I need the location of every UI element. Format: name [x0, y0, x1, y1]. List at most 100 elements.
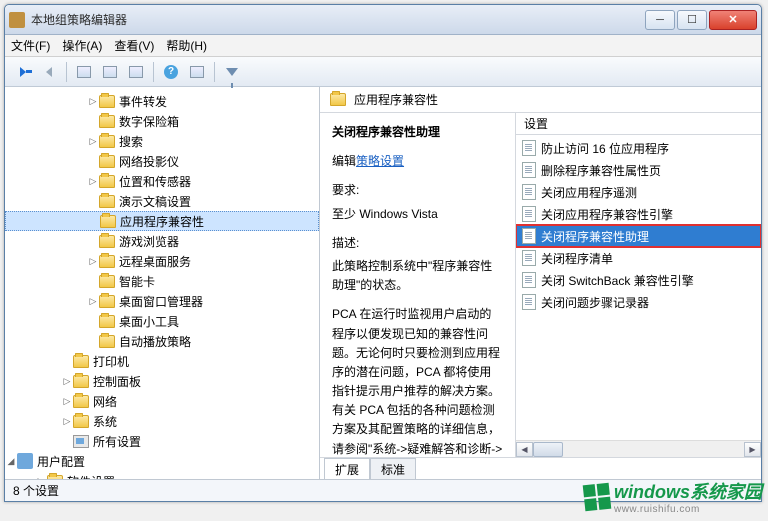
- panel-icon: [129, 66, 143, 78]
- tree-item-label: 桌面窗口管理器: [119, 293, 203, 310]
- scroll-right-button[interactable]: ▶: [744, 442, 761, 457]
- list-icon: [190, 66, 204, 78]
- expander-icon[interactable]: ▷: [61, 396, 73, 407]
- expander-icon[interactable]: ▷: [87, 296, 99, 307]
- tree-item[interactable]: ◢ 用户配置: [5, 451, 319, 471]
- folder-icon: [99, 135, 115, 148]
- tree-item[interactable]: 演示文稿设置: [5, 191, 319, 211]
- tree-item-label: 用户配置: [37, 453, 85, 470]
- settings-header[interactable]: 设置: [516, 113, 761, 135]
- expander-icon[interactable]: ▷: [87, 96, 99, 107]
- menu-help[interactable]: 帮助(H): [166, 37, 207, 54]
- tool-button-4[interactable]: [185, 60, 209, 84]
- tree-item[interactable]: 自动播放策略: [5, 331, 319, 351]
- tool-button-2[interactable]: [98, 60, 122, 84]
- menu-view[interactable]: 查看(V): [114, 37, 154, 54]
- setting-item[interactable]: 关闭应用程序兼容性引擎: [516, 203, 761, 225]
- filter-icon: [226, 68, 238, 76]
- tree-item-label: 系统: [93, 413, 117, 430]
- tree-item[interactable]: ▷软件设置: [5, 471, 319, 479]
- tree-item[interactable]: 所有设置: [5, 431, 319, 451]
- tab-extended[interactable]: 扩展: [324, 458, 370, 479]
- tool-button-3[interactable]: [124, 60, 148, 84]
- close-button[interactable]: ✕: [709, 10, 757, 30]
- expander-icon[interactable]: ▷: [87, 176, 99, 187]
- tree-item[interactable]: ▷ 位置和传感器: [5, 171, 319, 191]
- ctrl-icon: [73, 435, 89, 448]
- expander-icon[interactable]: ▷: [61, 376, 73, 387]
- policy-icon: [522, 228, 536, 244]
- tree-item[interactable]: 桌面小工具: [5, 311, 319, 331]
- setting-item[interactable]: 关闭 SwitchBack 兼容性引擎: [516, 269, 761, 291]
- setting-item-label: 关闭 SwitchBack 兼容性引擎: [541, 272, 694, 289]
- setting-item-label: 关闭问题步骤记录器: [541, 294, 649, 311]
- expander-icon[interactable]: ▷: [87, 256, 99, 267]
- req-text: 至少 Windows Vista: [332, 207, 438, 221]
- folder-icon: [73, 415, 89, 428]
- expander-icon[interactable]: ▷: [61, 416, 73, 427]
- folder-icon: [73, 355, 89, 368]
- tree-item-label: 位置和传感器: [119, 173, 191, 190]
- tab-standard[interactable]: 标准: [370, 458, 416, 479]
- maximize-button[interactable]: ☐: [677, 10, 707, 30]
- setting-item[interactable]: 关闭程序清单: [516, 247, 761, 269]
- toolbar-separator: [66, 62, 67, 82]
- scroll-left-button[interactable]: ◀: [516, 442, 533, 457]
- setting-item[interactable]: 删除程序兼容性属性页: [516, 159, 761, 181]
- settings-list[interactable]: 防止访问 16 位应用程序删除程序兼容性属性页关闭应用程序遥测关闭应用程序兼容性…: [516, 135, 761, 440]
- titlebar[interactable]: 本地组策略编辑器 ─ ☐ ✕: [5, 5, 761, 35]
- content-area: ▷事件转发数字保险箱▷搜索网络投影仪 ▷ 位置和传感器演示文稿设置应用程序兼容性游戏…: [5, 87, 761, 479]
- back-button[interactable]: [11, 60, 35, 84]
- folder-icon: [99, 155, 115, 168]
- tree-item[interactable]: ▷ 网络: [5, 391, 319, 411]
- back-icon: [20, 67, 26, 77]
- tree-item[interactable]: ▷搜索: [5, 131, 319, 151]
- folder-icon: [99, 275, 115, 288]
- root-icon: [17, 453, 33, 469]
- folder-icon: [330, 93, 346, 106]
- folder-icon: [99, 235, 115, 248]
- folder-icon: [99, 175, 115, 188]
- tree-item[interactable]: 打印机: [5, 351, 319, 371]
- tree-item[interactable]: ▷ 系统: [5, 411, 319, 431]
- expander-icon[interactable]: ▷: [87, 136, 99, 147]
- filter-button[interactable]: [220, 60, 244, 84]
- tool-button-1[interactable]: [72, 60, 96, 84]
- tree-item[interactable]: ▷ 远程桌面服务: [5, 251, 319, 271]
- tree-item[interactable]: 智能卡: [5, 271, 319, 291]
- tree-item[interactable]: ▷ 桌面窗口管理器: [5, 291, 319, 311]
- menu-action[interactable]: 操作(A): [62, 37, 102, 54]
- scroll-thumb[interactable]: [533, 442, 563, 457]
- forward-button[interactable]: [37, 60, 61, 84]
- tree-item[interactable]: ▷事件转发: [5, 91, 319, 111]
- folder-icon: [99, 255, 115, 268]
- setting-item[interactable]: 关闭应用程序遥测: [516, 181, 761, 203]
- tree-item[interactable]: 游戏浏览器: [5, 231, 319, 251]
- tree-item-label: 网络: [93, 393, 117, 410]
- tree-item[interactable]: ▷控制面板: [5, 371, 319, 391]
- setting-item[interactable]: 关闭问题步骤记录器: [516, 291, 761, 313]
- folder-icon: [99, 335, 115, 348]
- setting-item[interactable]: 防止访问 16 位应用程序: [516, 137, 761, 159]
- toolbar-separator: [153, 62, 154, 82]
- minimize-button[interactable]: ─: [645, 10, 675, 30]
- policy-icon: [522, 272, 536, 288]
- h-scrollbar[interactable]: ◀ ▶: [516, 440, 761, 457]
- tree-item[interactable]: 数字保险箱: [5, 111, 319, 131]
- settings-column: 设置 防止访问 16 位应用程序删除程序兼容性属性页关闭应用程序遥测关闭应用程序…: [515, 113, 761, 457]
- menu-file[interactable]: 文件(F): [11, 37, 50, 54]
- detail-column: 关闭程序兼容性助理 编辑策略设置 要求: 至少 Windows Vista 描述…: [320, 113, 515, 457]
- tree-item-label: 远程桌面服务: [119, 253, 191, 270]
- help-button[interactable]: ?: [159, 60, 183, 84]
- toolbar-separator: [214, 62, 215, 82]
- tree-pane[interactable]: ▷事件转发数字保险箱▷搜索网络投影仪 ▷ 位置和传感器演示文稿设置应用程序兼容性游戏…: [5, 87, 320, 479]
- tree-item-label: 桌面小工具: [119, 313, 179, 330]
- window-title: 本地组策略编辑器: [31, 11, 645, 28]
- tree-item[interactable]: 应用程序兼容性: [5, 211, 319, 231]
- expander-icon[interactable]: ◢: [5, 456, 17, 467]
- setting-item[interactable]: 关闭程序兼容性助理: [516, 225, 761, 247]
- tree-item[interactable]: 网络投影仪: [5, 151, 319, 171]
- scroll-track[interactable]: [533, 442, 744, 457]
- policy-link[interactable]: 策略设置: [356, 154, 404, 168]
- desc-label: 描述:: [332, 236, 359, 250]
